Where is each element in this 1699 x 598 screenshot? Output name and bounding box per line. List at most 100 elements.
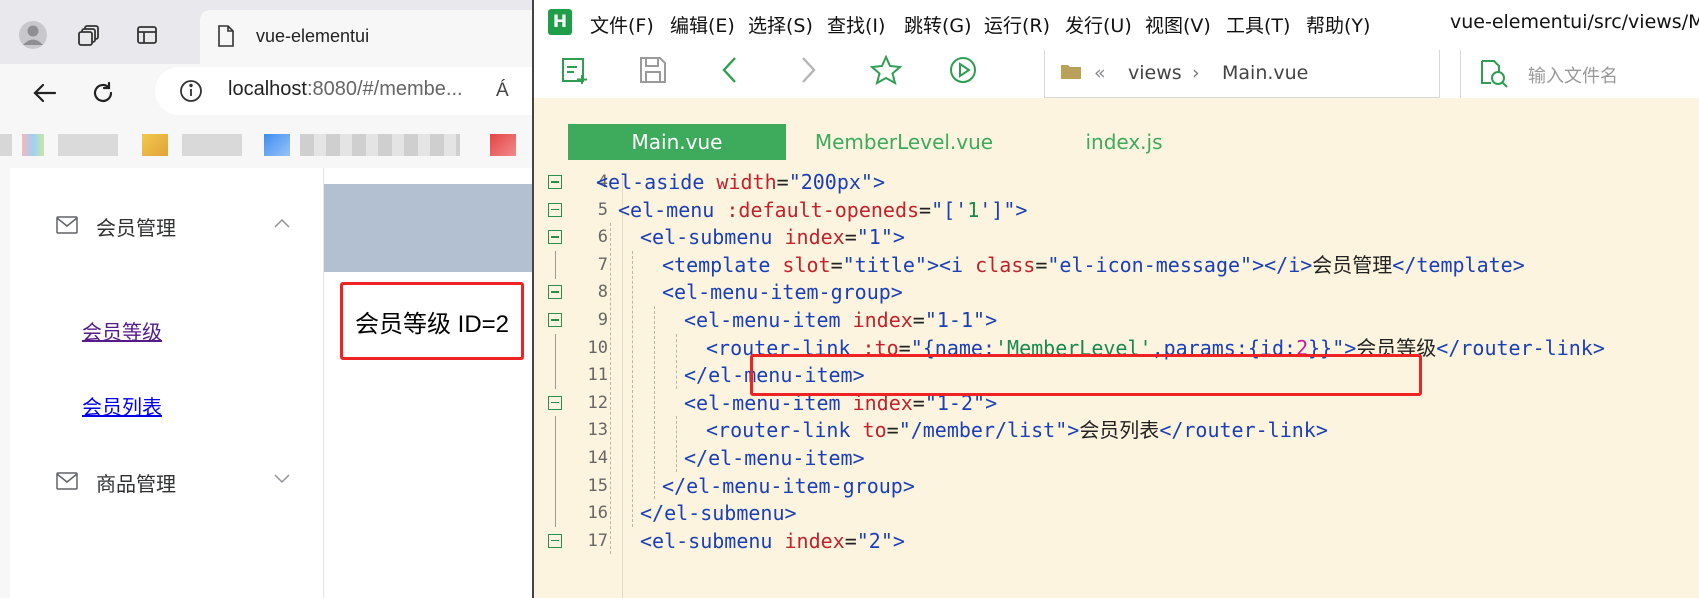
code-text[interactable]: <template slot="title"><i class="el-icon… [662,251,1525,279]
menu-run[interactable]: 运行(R) [984,11,1050,38]
bookmark-favicon-icon[interactable] [22,134,44,156]
fold-toggle-icon[interactable] [548,313,562,327]
fold-toggle-icon[interactable] [548,285,562,300]
menu-select[interactable]: 选择(S) [748,11,813,38]
star-icon[interactable] [870,55,902,85]
back-nav-icon[interactable] [716,55,746,85]
code-line[interactable]: 15 </el-menu-item-group> [534,471,1699,500]
code-line[interactable]: 6 <el-submenu index="1"> [534,223,1699,251]
bookmark-item[interactable] [300,134,460,156]
menu-file[interactable]: 文件(F) [590,11,654,38]
chevron-up-icon[interactable] [274,218,290,228]
code-token: = [912,308,925,332]
forward-nav-icon[interactable] [792,55,822,85]
bookmark-favicon-icon[interactable] [264,134,290,156]
code-line[interactable]: 17 <el-submenu index="2"> [534,527,1699,555]
bookmark-item[interactable] [58,134,118,156]
chevron-down-icon[interactable] [274,474,290,484]
profile-avatar-icon[interactable] [16,18,50,52]
vertical-tabs-icon[interactable] [130,18,164,52]
submenu-title-goods[interactable]: 商品管理 [96,468,176,497]
fold-guide [555,333,556,362]
code-text[interactable]: </el-submenu> [640,499,797,527]
code-text[interactable]: </el-menu-item-group> [662,472,915,500]
menu-help[interactable]: 帮助(Y) [1306,11,1370,38]
bookmark-favicon-icon[interactable] [142,134,168,156]
code-line[interactable]: 13 <router-link to="/member/list">会员列表</r… [534,416,1699,445]
code-line[interactable]: 16 </el-submenu> [534,499,1699,528]
fold-guide [555,444,556,472]
code-text[interactable]: <router-link to="/member/list">会员列表</rou… [706,416,1328,444]
code-line[interactable]: 14 </el-menu-item> [534,444,1699,472]
file-search-placeholder: 输入文件名 [1528,66,1618,87]
fold-toggle-icon[interactable] [548,533,562,548]
workspaces-icon[interactable] [72,18,106,52]
address-url[interactable]: localhost:8080/#/membe... [228,78,463,101]
code-token: ><i [926,252,976,277]
indent-guide [676,416,678,472]
code-line[interactable]: 8 <el-menu-item-group> [534,278,1699,306]
save-icon[interactable] [638,55,668,85]
bookmark-item[interactable] [182,134,242,156]
code-line[interactable]: 7 <template slot="title"><i class="el-ico… [534,250,1699,279]
tab-memberlevel-vue[interactable]: MemberLevel.vue [804,124,1004,160]
code-token: </router-link> [1436,335,1605,360]
code-token: index [784,225,845,250]
code-token: "[' [931,197,968,222]
route-result-text: 会员等级 ID=2 [340,282,524,360]
breadcrumb-collapse-icon[interactable]: « [1094,62,1106,84]
code-line[interactable]: 4 <el-aside width="200px"> [534,168,1699,196]
code-token: index [852,308,913,332]
tab-index-js[interactable]: index.js [1074,124,1174,160]
hbuilder-logo-icon: H [548,9,572,35]
file-search-icon[interactable] [1478,58,1508,88]
code-text[interactable]: <el-menu-item index="1-1"> [684,306,997,334]
breadcrumb-chevron-icon: › [1192,62,1200,84]
submenu-title-member[interactable]: 会员管理 [96,212,176,241]
fold-guide [555,471,556,500]
code-line[interactable]: 9 <el-menu-item index="1-1"> [534,306,1699,334]
line-number: 11 [587,365,608,386]
code-line[interactable]: 5 <el-menu :default-openeds="['1']"> [534,196,1699,224]
code-token: = [830,252,843,277]
menu-goto[interactable]: 跳转(G) [904,11,972,38]
menu-item-member-level[interactable]: 会员等级 [82,316,162,345]
indent-guide [676,333,678,389]
code-text[interactable]: <el-menu-item-group> [662,278,903,306]
code-token: </el-submenu> [640,501,797,526]
menu-item-member-list[interactable]: 会员列表 [82,391,162,420]
read-aloud-icon[interactable]: Á [496,80,509,102]
code-text[interactable]: <el-aside width="200px"> [596,168,885,196]
code-text[interactable]: <el-menu :default-openeds="['1']"> [618,196,1027,224]
address-rest: :8080/#/membe... [306,78,463,100]
menu-find[interactable]: 查找(I) [827,11,885,38]
message-icon [56,216,78,234]
new-file-icon[interactable] [560,55,590,85]
code-text[interactable]: <el-submenu index="1"> [640,223,905,251]
code-text[interactable]: <el-submenu index="2"> [640,527,905,555]
fold-toggle-icon[interactable] [548,202,562,217]
menu-publish[interactable]: 发行(U) [1065,11,1132,38]
bookmark-item[interactable] [0,134,12,156]
code-token: <el-menu [618,197,727,222]
menu-edit[interactable]: 编辑(E) [670,11,735,38]
fold-toggle-icon[interactable] [548,175,562,189]
breadcrumb-file[interactable]: Main.vue [1222,62,1308,84]
bookmark-favicon-icon[interactable] [490,134,516,156]
browser-window: vue-elementui localhost:8080/#/membe... … [0,0,532,598]
menu-tools[interactable]: 工具(T) [1226,11,1290,38]
breadcrumb-folder[interactable]: views [1128,62,1182,84]
code-token: <el-submenu [640,225,785,250]
site-info-icon[interactable] [178,78,204,104]
fold-toggle-icon[interactable] [548,230,562,245]
fold-toggle-icon[interactable] [548,395,562,410]
code-text[interactable]: </el-menu-item> [684,444,865,472]
run-icon[interactable] [948,55,978,85]
tab-main-vue[interactable]: Main.vue [568,124,786,160]
refresh-icon[interactable] [84,74,122,112]
menu-view[interactable]: 视图(V) [1145,11,1211,38]
highlight-box [750,354,1422,396]
folder-icon [1060,62,1082,80]
back-icon[interactable] [26,74,64,112]
line-number: 5 [597,199,608,220]
